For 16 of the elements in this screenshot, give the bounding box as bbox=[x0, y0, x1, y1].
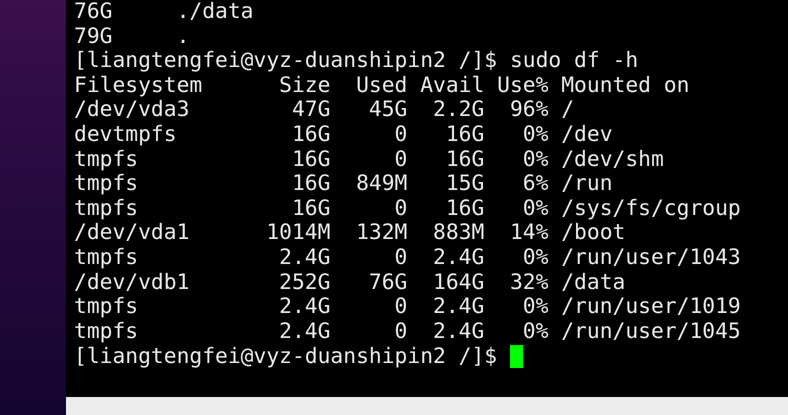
terminal-line: tmpfs 2.4G 0 2.4G 0% /run/user/1045 bbox=[74, 320, 742, 344]
text-cursor bbox=[510, 345, 523, 368]
terminal-line: 79G . bbox=[74, 24, 190, 50]
terminal-line: tmpfs 2.4G 0 2.4G 0% /run/user/1043 bbox=[74, 246, 742, 271]
terminal-line: [liangtengfei@vyz-duanshipin2 /]$ sudo df -h bbox=[74, 49, 640, 74]
terminal-line: Filesystem Size Used Avail Use% Mounted on bbox=[74, 74, 690, 98]
terminal-line: tmpfs 16G 0 16G 0% /dev/shm bbox=[74, 148, 665, 172]
terminal-line: devtmpfs 16G 0 16G 0% /dev bbox=[74, 122, 614, 148]
terminal-line: /dev/vdb1 252G 76G 164G 32% /data bbox=[74, 270, 626, 296]
terminal-line: 76G ./data bbox=[74, 0, 255, 25]
terminal-prompt: [liangtengfei@vyz-duanshipin2 /]$ bbox=[74, 344, 498, 370]
terminal-line: tmpfs 16G 0 16G 0% /sys/fs/cgroup bbox=[74, 196, 742, 222]
terminal-line: tmpfs 16G 849M 15G 6% /run bbox=[74, 172, 614, 197]
terminal-line: /dev/vda3 47G 45G 2.2G 96% / bbox=[74, 98, 576, 123]
terminal-line: tmpfs 2.4G 0 2.4G 0% /run/user/1019 bbox=[74, 295, 742, 320]
terminal-line: /dev/vda1 1014M 132M 883M 14% /boot bbox=[74, 221, 626, 246]
